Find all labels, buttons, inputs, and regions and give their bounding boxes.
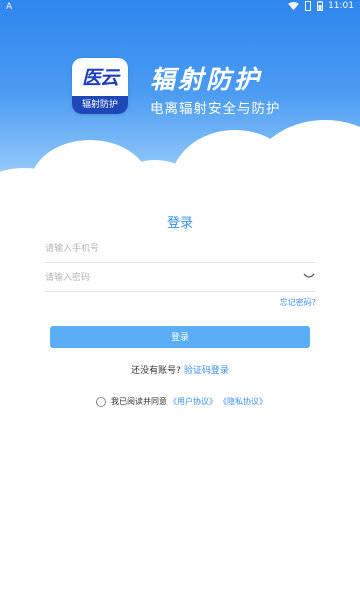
phone-field (45, 236, 315, 263)
password-input[interactable] (45, 266, 285, 290)
agreement-line: 我已阅读并同意 《用户协议》 《隐私协议》 (96, 396, 267, 407)
logo-mark: 医云 (81, 67, 119, 89)
register-line: 还没有账号? 验证码登录 (0, 363, 360, 376)
app-subtitle: 电离辐射安全与防护 (150, 101, 281, 117)
notification-icon: A (6, 2, 13, 12)
wifi-icon (288, 1, 299, 10)
agree-radio[interactable] (96, 396, 106, 407)
status-bar: A 11:01 (0, 0, 360, 14)
privacy-agreement-link[interactable]: 《隐私协议》 (219, 396, 267, 407)
agree-text: 我已阅读并同意 (111, 397, 167, 406)
login-button[interactable]: 登录 (50, 326, 310, 348)
header-banner: A 11:01 医云 辐射防护 辐射防护 电离辐射安全与防护 (0, 0, 360, 205)
phone-input[interactable] (45, 237, 285, 261)
eye-icon[interactable] (303, 271, 315, 281)
battery-icon (317, 1, 324, 11)
status-time: 11:01 (328, 1, 354, 11)
app-title: 辐射防护 (150, 65, 263, 94)
cloud (250, 120, 360, 205)
user-agreement-link[interactable]: 《用户协议》 (169, 396, 217, 407)
app-logo: 医云 辐射防护 (72, 58, 128, 114)
no-account-text: 还没有账号? (131, 366, 181, 376)
code-login-link[interactable]: 验证码登录 (184, 366, 229, 376)
forgot-password-link[interactable]: 忘记密码? (280, 297, 316, 308)
login-title: 登录 (166, 216, 193, 231)
password-field (45, 265, 315, 292)
logo-band-text: 辐射防护 (72, 96, 128, 114)
vibrate-icon (305, 1, 312, 11)
